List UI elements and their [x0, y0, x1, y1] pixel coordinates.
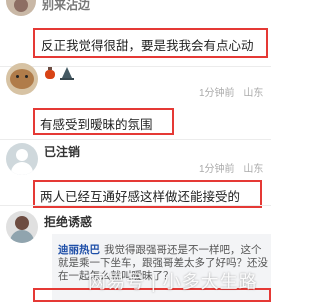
comment-time: 1分钟前 — [199, 88, 235, 99]
comment-text: 两人已经互通好感这样做还能接受的 — [40, 190, 241, 204]
divider — [0, 66, 271, 67]
comment-location: 山东 — [243, 164, 264, 175]
comment-meta: 1分钟前 山东 — [199, 84, 263, 99]
avatar[interactable] — [6, 0, 36, 16]
comment-meta: 1分钟前 山东 — [199, 160, 263, 175]
avatar[interactable] — [6, 63, 38, 95]
avatar[interactable] — [6, 143, 38, 175]
divider — [0, 139, 271, 140]
lantern-icon — [44, 67, 56, 81]
comment-time: 1分钟前 — [199, 164, 235, 175]
hat-icon — [60, 67, 74, 81]
comment-username[interactable]: 别来沾边 — [42, 0, 90, 13]
comment-username[interactable]: 已注销 — [44, 143, 80, 160]
comment-text: 反正我觉得很甜，要是我我会有点心动 — [41, 39, 254, 53]
comment-text: 有感受到暧昧的氛围 — [40, 118, 153, 132]
divider — [0, 205, 271, 206]
avatar[interactable] — [6, 211, 38, 243]
comment-location: 山东 — [243, 88, 264, 99]
reply-author[interactable]: 迪丽热巴 — [58, 244, 100, 256]
watermark: 网易号 | 小多大生路 — [88, 272, 258, 292]
comment-username[interactable]: 拒绝诱惑 — [44, 213, 92, 230]
